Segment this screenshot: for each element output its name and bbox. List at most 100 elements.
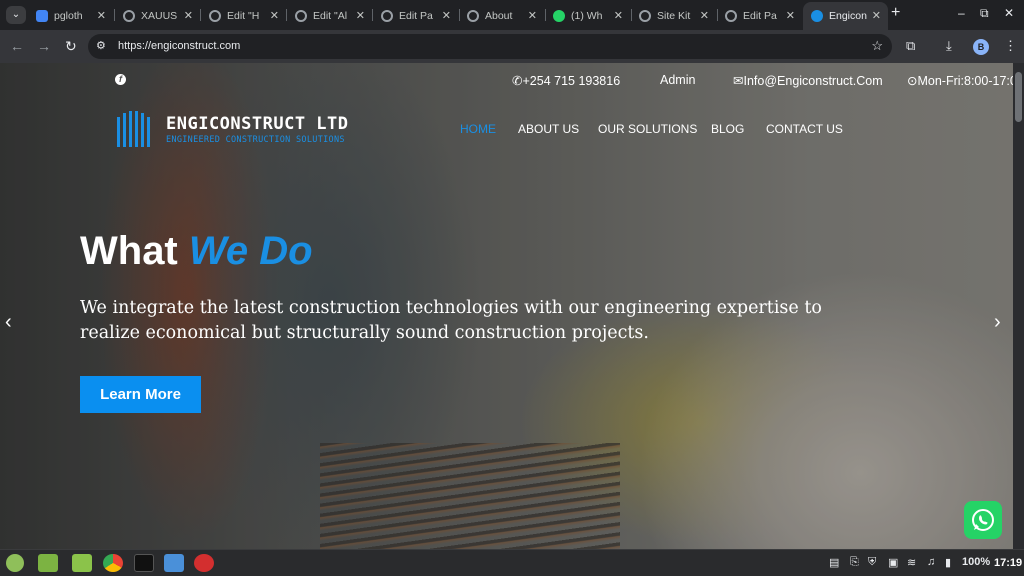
home-folder-icon[interactable] — [72, 554, 92, 572]
close-icon[interactable]: ✕ — [442, 2, 451, 30]
tab-7[interactable]: Site Kit ✕ — [631, 2, 716, 30]
whatsapp-chat-button[interactable] — [964, 501, 1002, 539]
back-arrow-icon[interactable]: ← — [10, 38, 24, 54]
files-folder-icon[interactable] — [38, 554, 58, 572]
close-icon[interactable]: ✕ — [872, 2, 881, 30]
tab-1[interactable]: XAUUS ✕ — [115, 2, 200, 30]
tab-title: (1) Wh — [571, 10, 603, 22]
phone-number: +254 715 193816 — [522, 74, 621, 88]
whatsapp-favicon-icon — [553, 10, 565, 22]
update-icon[interactable]: ▣ — [888, 556, 898, 569]
learn-more-button[interactable]: Learn More — [80, 376, 201, 413]
close-icon[interactable]: ✕ — [97, 2, 106, 30]
close-icon[interactable]: ✕ — [184, 2, 193, 30]
facebook-icon[interactable]: f — [115, 74, 126, 85]
close-icon[interactable]: ✕ — [528, 2, 537, 30]
browser-toolbar: ← → ↻ ⚙ https://engiconstruct.com ☆ ⧉ ⤓ … — [0, 30, 1024, 63]
webpage-hero: f ✆+254 715 193816 Admin ✉Info@Engiconst… — [0, 63, 1013, 549]
phone-contact[interactable]: ✆+254 715 193816 — [512, 73, 620, 88]
clipboard-icon[interactable]: ⎘ — [850, 556, 859, 569]
new-tab-button[interactable]: + — [891, 4, 900, 22]
tab-0[interactable]: pgloth ✕ — [28, 2, 113, 30]
close-icon[interactable]: ✕ — [700, 2, 709, 30]
clock[interactable]: 17:19 — [994, 557, 1022, 569]
url-text[interactable]: https://engiconstruct.com — [118, 40, 240, 52]
extensions-icon[interactable]: ⧉ — [906, 38, 915, 54]
tab-8[interactable]: Edit Pa ✕ — [717, 2, 802, 30]
notes-icon[interactable]: ▤ — [829, 556, 839, 569]
os-taskbar: ▤ ⎘ ⛨ ▣ ≋ ♫ ▮ 100% 17:19 — [0, 549, 1024, 576]
email-contact[interactable]: ✉Info@Engiconstruct.Com — [733, 73, 883, 88]
music-icon[interactable]: ♫ — [927, 556, 935, 568]
shield-favicon-icon — [36, 10, 48, 22]
tab-title: Edit Pa — [743, 10, 777, 22]
scrollbar-thumb[interactable] — [1015, 72, 1022, 122]
admin-link[interactable]: Admin — [660, 73, 695, 87]
download-icon[interactable]: ⤓ — [946, 38, 952, 54]
wifi-icon[interactable]: ≋ — [907, 556, 916, 569]
hero-title-plain: What — [80, 229, 178, 273]
hero-title-accent: We Do — [188, 229, 313, 273]
address-bar[interactable]: ⚙ https://engiconstruct.com ☆ — [88, 34, 892, 59]
slider-prev-icon[interactable]: ‹ — [5, 311, 12, 334]
page-scrollbar[interactable] — [1013, 63, 1024, 549]
minimize-icon[interactable]: – — [958, 6, 965, 20]
forward-arrow-icon[interactable]: → — [37, 38, 51, 54]
site-favicon-icon — [123, 10, 135, 22]
tab-5[interactable]: About ✕ — [459, 2, 544, 30]
chrome-icon[interactable] — [103, 554, 123, 572]
opera-icon[interactable] — [194, 554, 214, 572]
wordpress-favicon-icon — [639, 10, 651, 22]
reload-icon[interactable]: ↻ — [65, 38, 77, 55]
shield-icon[interactable]: ⛨ — [868, 556, 876, 569]
nav-contact-us[interactable]: CONTACT US — [766, 122, 843, 136]
wordpress-favicon-icon — [467, 10, 479, 22]
restore-icon[interactable]: ⧉ — [980, 6, 989, 21]
close-icon[interactable]: ✕ — [614, 2, 623, 30]
battery-icon[interactable]: ▮ — [945, 556, 951, 569]
tab-title: About — [485, 10, 513, 22]
tab-search-button[interactable]: ⌄ — [6, 6, 26, 24]
tab-title: Edit "H — [227, 10, 260, 22]
screenshot-icon[interactable] — [164, 554, 184, 572]
nav-about-us[interactable]: ABOUT US — [518, 122, 579, 136]
brand-name[interactable]: ENGICONSTRUCT LTD — [166, 114, 349, 134]
tab-title: Engicon — [829, 10, 867, 22]
tab-6[interactable]: (1) Wh ✕ — [545, 2, 630, 30]
contact-topbar: f ✆+254 715 193816 Admin ✉Info@Engiconst… — [0, 63, 1013, 97]
close-icon[interactable]: ✕ — [786, 2, 795, 30]
tab-title: Edit "Al — [313, 10, 348, 22]
close-icon[interactable]: ✕ — [356, 2, 365, 30]
email-address: Info@Engiconstruct.Com — [743, 74, 883, 88]
profile-avatar[interactable]: B — [973, 39, 989, 55]
wordpress-favicon-icon — [209, 10, 221, 22]
engiconstruct-favicon-icon — [811, 10, 823, 22]
menu-kebab-icon[interactable]: ⋮ — [1004, 38, 1017, 54]
window-close-icon[interactable]: ✕ — [1004, 6, 1014, 20]
browser-tabstrip: ⌄ pgloth ✕ XAUUS ✕ Edit "H ✕ Edit "Al ✕ … — [0, 0, 1024, 30]
whatsapp-icon — [972, 509, 994, 531]
tab-title: pgloth — [54, 10, 83, 22]
nav-blog[interactable]: BLOG — [711, 122, 744, 136]
site-settings-icon[interactable]: ⚙ — [96, 39, 106, 52]
nav-home[interactable]: HOME — [460, 122, 496, 136]
tab-title: Site Kit — [657, 10, 691, 22]
tab-4[interactable]: Edit Pa ✕ — [373, 2, 458, 30]
terminal-icon[interactable] — [134, 554, 154, 572]
wordpress-favicon-icon — [295, 10, 307, 22]
slider-next-icon[interactable]: › — [994, 311, 1001, 334]
logo-icon[interactable] — [115, 111, 153, 147]
tab-3[interactable]: Edit "Al ✕ — [287, 2, 372, 30]
hero-description: We integrate the latest construction tec… — [80, 298, 822, 343]
mint-menu-icon[interactable] — [6, 554, 24, 572]
tab-9-active[interactable]: Engicon ✕ — [803, 2, 888, 30]
tab-title: Edit Pa — [399, 10, 433, 22]
bookmark-star-icon[interactable]: ☆ — [871, 38, 883, 54]
wordpress-favicon-icon — [725, 10, 737, 22]
nav-our-solutions[interactable]: OUR SOLUTIONS — [598, 122, 697, 136]
tab-2[interactable]: Edit "H ✕ — [201, 2, 286, 30]
hero-title: What We Do — [80, 229, 313, 274]
wordpress-favicon-icon — [381, 10, 393, 22]
brand-tagline: ENGINEERED CONSTRUCTION SOLUTIONS — [166, 135, 345, 145]
close-icon[interactable]: ✕ — [270, 2, 279, 30]
